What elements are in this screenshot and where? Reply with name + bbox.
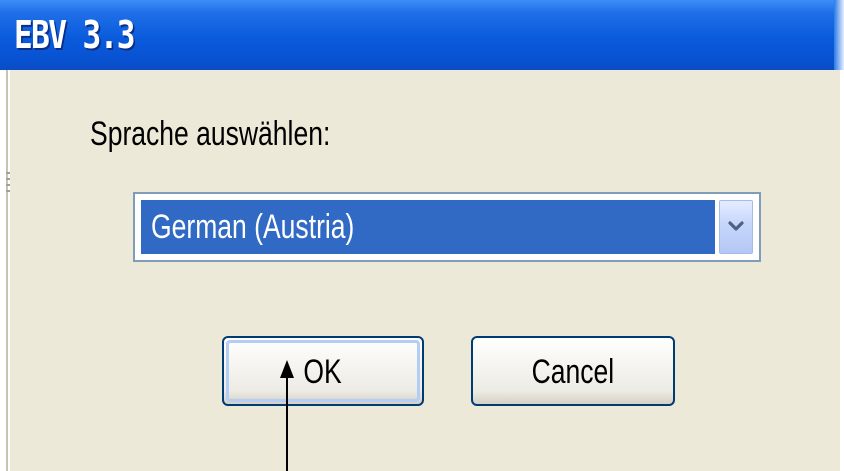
- window-title: EBV 3.3: [14, 13, 135, 57]
- ok-button-label: OK: [303, 353, 343, 391]
- title-bar[interactable]: EBV 3.3: [0, 0, 844, 70]
- language-prompt-label: Sprache auswählen:: [90, 115, 331, 153]
- cancel-button-label-wrap: Cancel: [473, 350, 673, 394]
- window-right-border: [840, 70, 844, 471]
- ok-button-label-wrap: OK: [224, 350, 422, 394]
- window-left-border: [0, 70, 10, 471]
- dropdown-button[interactable]: [719, 200, 753, 254]
- cancel-button-label: Cancel: [531, 353, 615, 391]
- window-resize-grip: [6, 172, 10, 192]
- ok-button[interactable]: OK: [222, 336, 424, 406]
- cancel-button[interactable]: Cancel: [471, 336, 675, 406]
- chevron-down-icon: [728, 221, 744, 231]
- title-bar-edge: [834, 0, 844, 70]
- language-select-selected[interactable]: German (Austria): [141, 200, 715, 254]
- arrow-up-icon: [280, 360, 294, 471]
- window-left-border-line: [6, 70, 8, 471]
- dialog-window: EBV 3.3 Sprache auswählen: German (Austr…: [0, 0, 844, 471]
- language-select[interactable]: German (Austria): [133, 192, 761, 262]
- language-select-value: German (Austria): [151, 208, 355, 246]
